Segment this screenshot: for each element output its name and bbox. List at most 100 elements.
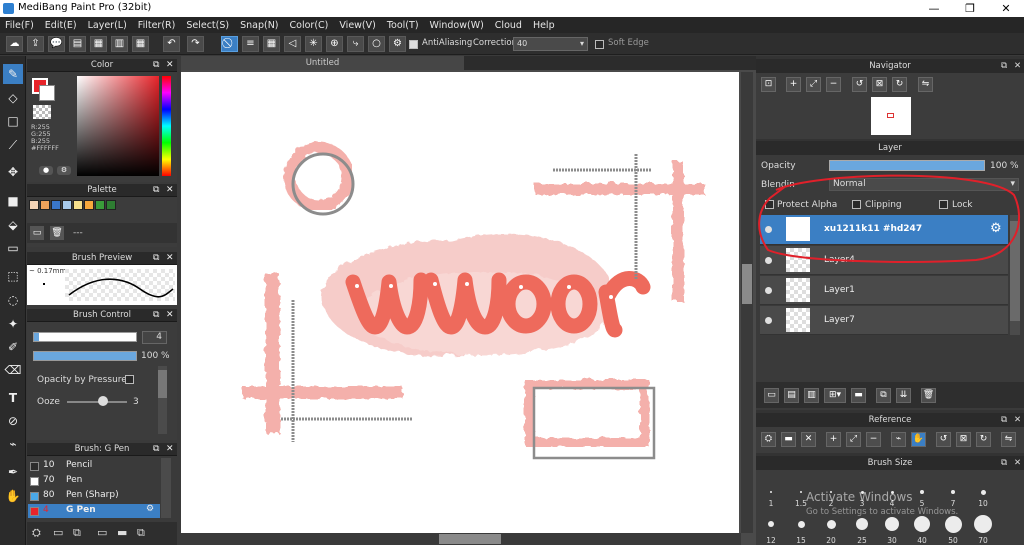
rotate-right-icon[interactable]: ↻ — [892, 77, 907, 92]
opacity-by-pressure-checkbox[interactable] — [125, 375, 134, 384]
settings-icon[interactable]: ⚙ — [57, 166, 71, 175]
gear-icon[interactable]: ⚙ — [146, 504, 154, 514]
palette-swatch[interactable] — [29, 200, 39, 210]
menu-select[interactable]: Select(S) — [186, 20, 229, 31]
palette-swatch[interactable] — [40, 200, 50, 210]
close-icon[interactable]: ✕ — [166, 252, 174, 265]
rotate-reset-icon[interactable]: ⊠ — [872, 77, 887, 92]
brush-width-slider[interactable] — [33, 332, 137, 342]
actual-size-icon[interactable]: ⤢ — [806, 77, 821, 92]
menu-file[interactable]: File(F) — [5, 20, 34, 31]
trash-icon[interactable]: 🗑 — [50, 226, 64, 240]
canvas-tab[interactable]: Untitled — [181, 56, 464, 70]
fill-rect-tool-icon[interactable]: ■ — [3, 191, 23, 211]
zoom-in-icon[interactable]: + — [786, 77, 801, 92]
palette-swatch[interactable] — [84, 200, 94, 210]
menu-snap[interactable]: Snap(N) — [240, 20, 278, 31]
navigator-thumbnail[interactable] — [871, 97, 911, 135]
folder-icon[interactable]: ▬ — [851, 388, 866, 403]
actual-size-icon[interactable]: ⤢ — [846, 432, 861, 447]
new-palette-icon[interactable]: ▭ — [30, 226, 44, 240]
secondary-color-swatch[interactable] — [39, 85, 55, 101]
flip-icon[interactable]: ⇋ — [1001, 432, 1016, 447]
grid-snap-icon[interactable]: ▦ — [263, 36, 280, 52]
brush-opacity-slider[interactable] — [33, 351, 137, 361]
undo-icon[interactable]: ↶ — [163, 36, 180, 52]
curve-snap-icon[interactable]: ⤷ — [347, 36, 364, 52]
brush-item-pen-sharp[interactable]: 80 Pen (Sharp) — [28, 489, 158, 503]
palette-swatch[interactable] — [106, 200, 116, 210]
gradient-tool-icon[interactable]: ▭ — [3, 238, 23, 258]
merge-layer-icon[interactable]: ⇊ — [896, 388, 911, 403]
brush-control-scrollbar[interactable] — [158, 366, 167, 434]
folder-icon[interactable]: ▬ — [117, 526, 127, 539]
select-eraser-tool-icon[interactable]: ⌫ — [3, 360, 23, 380]
parallel-snap-icon[interactable]: ≡ — [242, 36, 259, 52]
close-button[interactable]: ✕ — [988, 0, 1024, 17]
eyedropper-icon[interactable]: ⌁ — [891, 432, 906, 447]
zoom-out-icon[interactable]: − — [826, 77, 841, 92]
new-8bit-layer-icon[interactable]: ▥ — [804, 388, 819, 403]
select-pen-tool-icon[interactable]: ✐ — [3, 337, 23, 357]
add-brush-icon[interactable]: ⛭ — [32, 526, 41, 540]
select-tool-icon[interactable]: ⬚ — [3, 266, 23, 286]
menu-filter[interactable]: Filter(R) — [138, 20, 176, 31]
add-reference-icon[interactable]: ⛭ — [761, 432, 776, 447]
brush-size-dot[interactable] — [797, 520, 805, 528]
palette-swatch[interactable] — [73, 200, 83, 210]
layer-row[interactable]: Layer7 — [760, 306, 1008, 335]
close-reference-icon[interactable]: ✕ — [801, 432, 816, 447]
grid-icon[interactable]: ▦ — [132, 36, 149, 52]
open-folder-icon[interactable]: ▬ — [781, 432, 796, 447]
menu-edit[interactable]: Edit(E) — [45, 20, 77, 31]
eye-icon[interactable]: ● — [39, 166, 53, 175]
soft-edge-checkbox[interactable] — [595, 40, 604, 49]
popout-icon[interactable]: ⧉ — [1001, 413, 1007, 427]
eraser-tool-icon[interactable]: ◇ — [3, 88, 23, 108]
hand-icon[interactable]: ✋ — [911, 432, 926, 447]
brush-size-dot[interactable] — [826, 519, 836, 529]
brush-size-dot[interactable] — [951, 490, 955, 494]
popout-icon[interactable]: ⧉ — [153, 252, 159, 265]
close-icon[interactable]: ✕ — [1014, 413, 1021, 427]
trash-icon[interactable]: 🗑 — [921, 388, 936, 403]
add-layer-menu-icon[interactable]: ⊞▾ — [824, 388, 846, 403]
antialiasing-checkbox[interactable] — [409, 40, 418, 49]
pages-icon[interactable]: ▥ — [111, 36, 128, 52]
menu-tool[interactable]: Tool(T) — [387, 20, 419, 31]
close-icon[interactable]: ✕ — [166, 184, 174, 197]
focus-snap-icon[interactable]: ⊕ — [326, 36, 343, 52]
brush-size-dot[interactable] — [914, 516, 930, 532]
visibility-eye-icon[interactable] — [765, 287, 772, 294]
comment-icon[interactable]: 💬 — [48, 36, 65, 52]
lasso-tool-icon[interactable]: ◌ — [3, 290, 23, 310]
menu-layer[interactable]: Layer(L) — [88, 20, 127, 31]
duplicate-layer-icon[interactable]: ⧉ — [876, 388, 891, 403]
brush-size-dot[interactable] — [974, 515, 992, 533]
line-tool-icon[interactable]: ⟋ — [3, 135, 23, 155]
brush-size-dot[interactable] — [920, 490, 924, 494]
brush-item-g-pen[interactable]: 4 G Pen ⚙ — [28, 504, 160, 518]
bucket-tool-icon[interactable]: ⬙ — [3, 215, 23, 235]
palette-swatch[interactable] — [51, 200, 61, 210]
brush-size-dot[interactable] — [980, 489, 986, 495]
popout-icon[interactable]: ⧉ — [1001, 456, 1007, 470]
menu-help[interactable]: Help — [533, 20, 555, 31]
magic-wand-tool-icon[interactable]: ✦ — [3, 314, 23, 334]
saturation-value-picker[interactable] — [77, 76, 159, 176]
canvas-vertical-scrollbar[interactable] — [741, 72, 753, 533]
ooze-slider[interactable] — [67, 401, 127, 403]
brush-size-dot[interactable] — [944, 515, 962, 533]
radial-snap-icon[interactable]: ✳ — [305, 36, 322, 52]
menu-cloud[interactable]: Cloud — [495, 20, 522, 31]
close-icon[interactable]: ✕ — [166, 59, 174, 72]
divide-tool-icon[interactable]: ⊘ — [3, 411, 23, 431]
rotate-reset-icon[interactable]: ⊠ — [956, 432, 971, 447]
brush-tool-icon[interactable]: ✎ — [3, 64, 23, 84]
upload-icon[interactable]: ⇪ — [27, 36, 44, 52]
document-icon[interactable]: ▤ — [69, 36, 86, 52]
new-layer-icon[interactable]: ▭ — [764, 388, 779, 403]
circle-snap-icon[interactable]: ○ — [368, 36, 385, 52]
maximize-button[interactable]: ❐ — [952, 0, 988, 17]
duplicate-icon[interactable]: ⧉ — [137, 526, 145, 540]
